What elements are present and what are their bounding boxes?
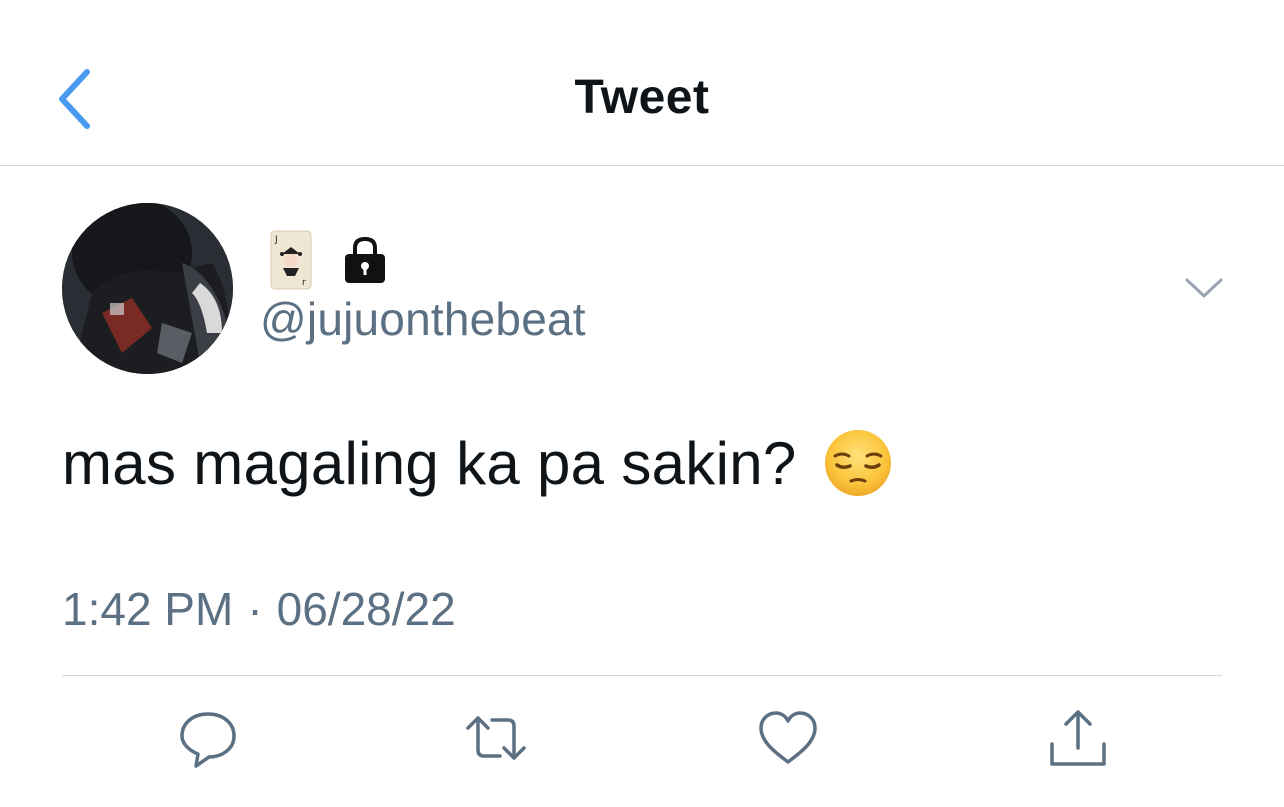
share-button[interactable] [1046, 706, 1110, 770]
tweet-date: 06/28/22 [276, 583, 456, 635]
action-bar [0, 706, 1284, 776]
retweet-button[interactable] [464, 706, 528, 770]
reply-icon [180, 712, 236, 768]
lock-icon [345, 236, 385, 283]
tweet-time: 1:42 PM [62, 583, 234, 635]
timestamp-separator: · [247, 583, 263, 635]
navigation-header: Tweet [0, 0, 1284, 166]
tweet-detail-screen: Tweet J r @jujuonthebeat mas magaling ka… [0, 0, 1284, 807]
svg-text:r: r [302, 278, 306, 288]
share-icon [1050, 710, 1106, 766]
joker-card-icon: J r [270, 230, 312, 290]
pensive-face-icon [824, 430, 891, 496]
user-handle[interactable]: @jujuonthebeat [260, 292, 586, 346]
page-title: Tweet [574, 71, 710, 124]
tweet-menu-button[interactable] [1184, 272, 1224, 302]
reply-button[interactable] [176, 706, 240, 770]
avatar-image [62, 203, 233, 374]
tweet-body: mas magaling ka pa sakin? [62, 428, 893, 498]
tweet-timestamp: 1:42 PM · 06/28/22 [62, 582, 456, 636]
display-name: J r [270, 228, 388, 292]
like-icon [759, 711, 817, 764]
tweet-text: mas magaling ka pa sakin? [62, 429, 797, 497]
like-button[interactable] [756, 706, 820, 770]
chevron-down-icon [1185, 278, 1223, 298]
divider [62, 675, 1222, 676]
retweet-icon [466, 716, 526, 760]
svg-text:J: J [274, 235, 278, 245]
avatar[interactable] [62, 203, 233, 374]
